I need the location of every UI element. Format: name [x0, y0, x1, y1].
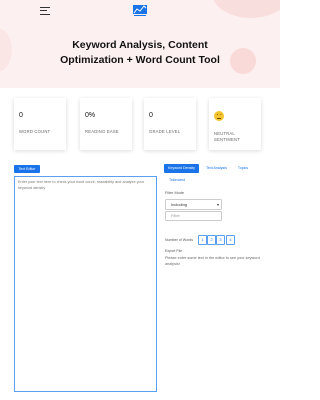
page-title: Keyword Analysis, Content Optimization +… [60, 39, 220, 66]
word-count-card: 0 WORD COUNT [14, 98, 66, 150]
hero-section: Keyword Analysis, Content Optimization +… [0, 0, 280, 88]
grade-level-value: 0 [149, 112, 153, 119]
subtab-tokenized[interactable]: Tokenized [169, 178, 185, 182]
tab-topics[interactable]: Topics [234, 164, 252, 173]
filter-placeholder: Filter [171, 213, 180, 218]
word-count-label: WORD COUNT [19, 129, 51, 134]
text-editor[interactable]: Enter your text here to check your word … [14, 176, 157, 392]
hamburger-menu-icon[interactable] [40, 7, 50, 15]
tab-text-analysis[interactable]: Text Analysis [201, 164, 232, 173]
filter-mode-value: Including [171, 202, 188, 207]
filter-mode-label: Filter Mode [165, 191, 184, 195]
word-count-4-button[interactable]: 4 [226, 235, 235, 245]
reading-ease-card: 0% READING EASE [80, 98, 132, 150]
word-count-1-button[interactable]: 1 [198, 235, 207, 245]
reading-ease-value: 0% [85, 112, 96, 119]
filter-input[interactable]: Filter [165, 211, 222, 221]
grade-level-card: 0 GRADE LEVEL [144, 98, 196, 150]
chevron-down-icon [217, 203, 219, 206]
site-logo[interactable] [133, 5, 147, 17]
tab-keyword-density[interactable]: Keyword Density [164, 164, 199, 173]
word-count-3-button[interactable]: 3 [216, 235, 225, 245]
decorative-blob [212, 0, 280, 18]
grade-level-label: GRADE LEVEL [149, 129, 181, 134]
empty-analysis-message: Please enter some text in the editor to … [165, 256, 260, 266]
number-of-words-label: Number of Words [165, 238, 194, 242]
sentiment-label: NEUTRAL SENTIMENT [214, 131, 240, 142]
editor-placeholder: Enter your text here to check your word … [18, 180, 144, 190]
neutral-face-icon [214, 111, 224, 121]
tab-text-editor[interactable]: Text Editor [14, 165, 40, 173]
word-count-2-button[interactable]: 2 [207, 235, 216, 245]
reading-ease-label: READING EASE [85, 129, 119, 134]
filter-mode-select[interactable]: Including [165, 199, 222, 210]
sentiment-card: NEUTRAL SENTIMENT [209, 98, 261, 150]
word-count-value: 0 [19, 112, 23, 119]
export-file-link[interactable]: Export File [165, 249, 182, 253]
